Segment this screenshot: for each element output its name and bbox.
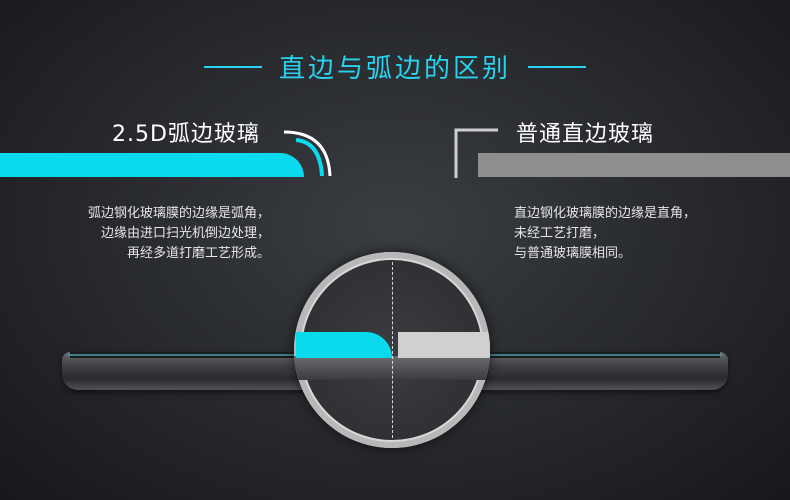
desc-line: 未经工艺打磨， — [514, 226, 606, 241]
flat-glass-description: 直边钢化玻璃膜的边缘是直角， 未经工艺打磨， 与普通玻璃膜相同。 — [514, 204, 754, 264]
desc-line: 再经多道打磨工艺形成。 — [126, 246, 270, 261]
divider-dashed-line — [392, 262, 393, 438]
flat-glass-label: 普通直边玻璃 — [516, 122, 655, 147]
magnified-arc-edge — [296, 332, 392, 358]
desc-line: 与普通玻璃膜相同。 — [514, 246, 632, 261]
desc-line: 边缘由进口扫光机倒边处理， — [100, 226, 270, 241]
flat-glass-bar — [478, 153, 790, 177]
desc-line: 弧边钢化玻璃膜的边缘是弧角， — [87, 206, 270, 221]
arc-glass-description: 弧边钢化玻璃膜的边缘是弧角， 边缘由进口扫光机倒边处理， 再经多道打磨工艺形成。 — [40, 204, 270, 264]
desc-line: 直边钢化玻璃膜的边缘是直角， — [514, 206, 697, 221]
title-line-right — [528, 66, 586, 68]
magnified-flat-edge — [398, 332, 490, 358]
magnifier-ring — [294, 252, 490, 448]
arc-glass-label: 2.5D弧边玻璃 — [112, 122, 260, 147]
page-title: 直边与弧边的区别 — [278, 54, 511, 84]
arc-glass-bar — [0, 153, 304, 177]
